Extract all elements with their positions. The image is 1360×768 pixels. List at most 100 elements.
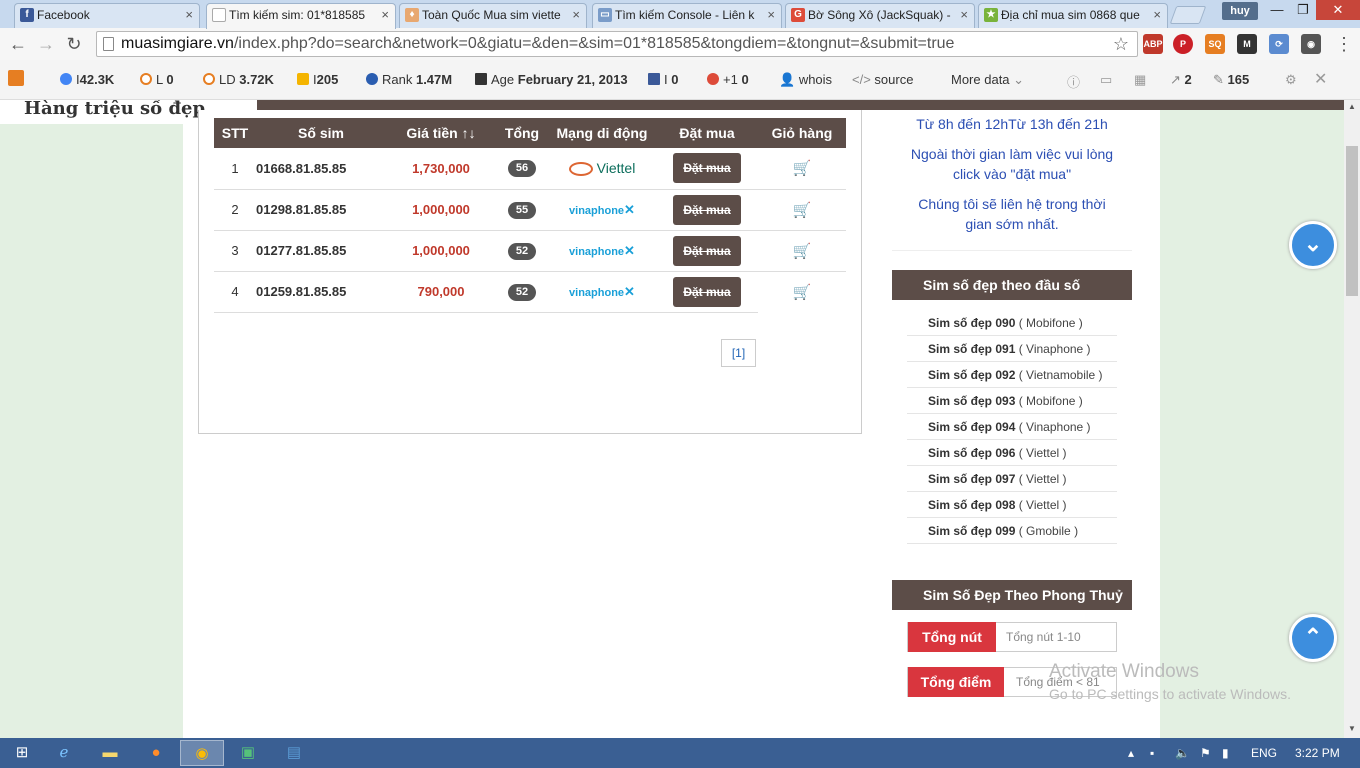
reload-icon[interactable]: ↻: [62, 32, 86, 56]
seo-links[interactable]: L 0: [140, 72, 174, 87]
tab-search-sim[interactable]: Tìm kiếm sim: 01*818585 ×: [206, 3, 396, 29]
prefix-item-091[interactable]: Sim số đẹp 091 ( Vinaphone ): [907, 336, 1117, 362]
flag-icon[interactable]: ⚑: [1200, 738, 1211, 768]
scroll-up-arrow-icon[interactable]: ▲: [1344, 100, 1360, 114]
tab-dia-chi[interactable]: ★ Địa chỉ mua sim 0868 que ×: [978, 3, 1168, 28]
seo-alexa-rank[interactable]: Rank 1.47M: [366, 72, 452, 87]
seo-linking-domains[interactable]: LD 3.72K: [203, 72, 274, 87]
seo-source[interactable]: </> source: [852, 72, 913, 87]
tab-console[interactable]: ▭ Tìm kiếm Console - Liên k ×: [592, 3, 782, 28]
buy-button[interactable]: Đặt mua: [673, 194, 741, 225]
tab-bo-song-xo[interactable]: G Bờ Sông Xô (JackSquak) - ×: [785, 3, 975, 28]
cell-sim-number[interactable]: 01668.81.85.85: [256, 148, 386, 190]
forward-icon[interactable]: →: [34, 32, 58, 56]
seoquake-icon[interactable]: SQ: [1205, 34, 1225, 54]
tab-toan-quoc[interactable]: ♦ Toàn Quốc Mua sim viette ×: [399, 3, 587, 28]
scroll-down-arrow-icon[interactable]: ▼: [1344, 722, 1360, 736]
cart-icon[interactable]: 🛒: [793, 243, 812, 260]
cell-sim-number[interactable]: 01277.81.85.85: [256, 230, 386, 272]
clock[interactable]: 3:22 PM: [1295, 738, 1340, 768]
firefox-icon[interactable]: ●: [134, 740, 178, 766]
close-icon[interactable]: ✕: [1314, 69, 1327, 89]
seo-google-plus[interactable]: +1 0: [707, 72, 749, 87]
network-icon[interactable]: ▮: [1222, 738, 1229, 768]
close-icon[interactable]: ×: [185, 4, 193, 26]
seo-domain-age[interactable]: Age February 21, 2013: [475, 72, 628, 87]
cell-sim-number[interactable]: 01298.81.85.85: [256, 189, 386, 231]
minimize-button[interactable]: —: [1264, 0, 1290, 20]
prefix-item-093[interactable]: Sim số đẹp 093 ( Mobifone ): [907, 388, 1117, 414]
close-window-button[interactable]: ✕: [1316, 0, 1360, 20]
alexa-icon: [366, 73, 378, 85]
pagination-page-1[interactable]: [1]: [721, 339, 756, 367]
header-buy: Đặt mua: [656, 118, 758, 148]
seo-bing-index[interactable]: I205: [297, 72, 338, 87]
total-badge: 56: [508, 160, 536, 178]
chart-icon[interactable]: ▦: [1134, 72, 1146, 88]
scroll-down-button[interactable]: ⌄: [1289, 221, 1337, 269]
seo-internal-links[interactable]: ✎ 165: [1213, 72, 1249, 88]
gear-icon[interactable]: ⚙: [1285, 72, 1297, 88]
buy-button[interactable]: Đặt mua: [673, 153, 741, 184]
page-scrollbar[interactable]: ▲ ▼: [1344, 100, 1360, 738]
scroll-thumb[interactable]: [1346, 146, 1358, 296]
prefix-item-099[interactable]: Sim số đẹp 099 ( Gmobile ): [907, 518, 1117, 544]
tray-app-icon[interactable]: ▪: [1150, 738, 1154, 768]
language-indicator[interactable]: ENG: [1251, 738, 1277, 768]
adblock-plus-icon[interactable]: ABP: [1143, 34, 1163, 54]
back-icon[interactable]: ←: [6, 32, 30, 56]
seo-google-index[interactable]: I42.3K: [60, 72, 114, 87]
prefix-item-097[interactable]: Sim số đẹp 097 ( Viettel ): [907, 466, 1117, 492]
file-explorer-icon[interactable]: ▬: [88, 740, 132, 766]
sidebar: Từ 8h đến 12hTừ 13h đến 21h Ngoài thời g…: [892, 110, 1132, 720]
scroll-up-button[interactable]: ⌃: [1289, 614, 1337, 662]
prefix-item-094[interactable]: Sim số đẹp 094 ( Vinaphone ): [907, 414, 1117, 440]
tray-chevron-icon[interactable]: ▴: [1128, 738, 1134, 768]
close-icon[interactable]: ×: [767, 4, 775, 26]
cart-icon[interactable]: 🛒: [793, 202, 812, 219]
header-price[interactable]: Giá tiền ↑↓: [386, 118, 496, 148]
close-icon[interactable]: ×: [1153, 4, 1161, 26]
buy-button[interactable]: Đặt mua: [673, 235, 741, 266]
tong-nut-select[interactable]: Tổng nút Tổng nút 1-10: [907, 622, 1117, 652]
seo-facebook-likes[interactable]: I 0: [648, 72, 678, 87]
cell-total: 52: [496, 230, 548, 272]
bookmark-star-icon[interactable]: ☆: [1113, 32, 1129, 56]
seo-external-links[interactable]: ↗ 2: [1170, 72, 1192, 88]
tab-facebook[interactable]: f Facebook ×: [14, 3, 200, 28]
volume-icon[interactable]: 🔈: [1175, 738, 1190, 768]
header-stt: STT: [214, 118, 256, 148]
chrome-icon[interactable]: ◉: [180, 740, 224, 766]
close-icon[interactable]: ×: [381, 4, 389, 26]
menu-icon[interactable]: ⋮: [1332, 32, 1356, 56]
windows-start-icon[interactable]: ⊞: [0, 740, 44, 766]
seo-whois[interactable]: 👤 whois: [779, 72, 832, 88]
cart-icon[interactable]: 🛒: [793, 160, 812, 177]
prefix-item-090[interactable]: Sim số đẹp 090 ( Mobifone ): [907, 310, 1117, 336]
cell-sim-number[interactable]: 01259.81.85.85: [256, 271, 386, 313]
address-bar[interactable]: muasimgiare.vn/index.php?do=search&netwo…: [96, 31, 1138, 57]
eye-icon[interactable]: ◉: [1301, 34, 1321, 54]
screen-icon[interactable]: ▭: [1100, 72, 1112, 88]
close-icon[interactable]: ×: [572, 4, 580, 26]
cart-icon[interactable]: 🛒: [793, 284, 812, 301]
seoquake-logo-icon[interactable]: [8, 70, 28, 88]
buy-button[interactable]: Đặt mua: [673, 276, 741, 307]
seo-more-data[interactable]: More data ⌄: [951, 72, 1024, 88]
sync-icon[interactable]: ⟳: [1269, 34, 1289, 54]
medium-icon[interactable]: M: [1237, 34, 1257, 54]
header-carrier: Mạng di động: [548, 118, 656, 148]
table-row: 3 01277.81.85.85 1,000,000 52 vinaphone✕…: [214, 230, 846, 272]
prefix-item-096[interactable]: Sim số đẹp 096 ( Viettel ): [907, 440, 1117, 466]
info-icon[interactable]: ⓘ: [1067, 72, 1080, 91]
close-icon[interactable]: ×: [960, 4, 968, 26]
prefix-item-098[interactable]: Sim số đẹp 098 ( Viettel ): [907, 492, 1117, 518]
word-icon[interactable]: ▤: [272, 740, 316, 766]
maximize-button[interactable]: ❐: [1290, 0, 1316, 20]
prefix-item-092[interactable]: Sim số đẹp 092 ( Vietnamobile ): [907, 362, 1117, 388]
pinterest-icon[interactable]: P: [1173, 34, 1193, 54]
profile-button[interactable]: huy: [1222, 2, 1258, 20]
internet-explorer-icon[interactable]: ℯ: [42, 740, 86, 766]
new-tab-button[interactable]: [1169, 6, 1207, 24]
excel-icon[interactable]: ▣: [226, 740, 270, 766]
